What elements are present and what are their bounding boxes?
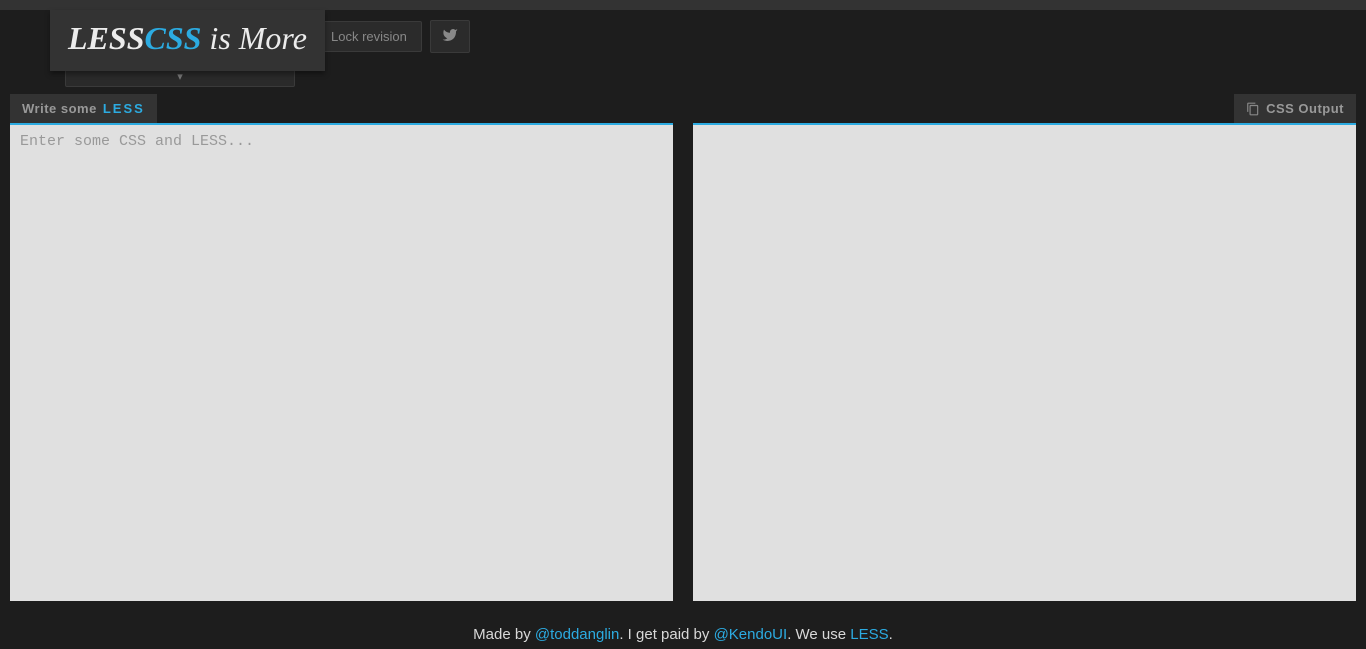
logo-part-ismore: is More [201,20,306,56]
twitter-icon [441,27,459,46]
output-panel: CSS Output [693,94,1356,601]
header: LESSCSS is More Lock revision ▾ [0,10,1366,75]
output-header-label: CSS Output [1266,101,1344,116]
footer-made-by-link[interactable]: @toddanglin [535,626,619,643]
input-header-prefix: Write some [22,101,97,116]
logo-box[interactable]: LESSCSS is More [50,10,325,71]
input-panel-body [10,123,673,601]
logo-part-less: LESS [68,20,144,56]
footer-paid-link[interactable]: @KendoUI [714,626,788,643]
header-controls: Lock revision [300,20,470,53]
top-strip [0,0,1366,10]
output-panel-body [693,123,1356,601]
output-panel-header: CSS Output [1234,94,1356,123]
logo-text: LESSCSS is More [68,20,307,56]
dropdown-indicator: ▾ [177,70,183,83]
less-input[interactable] [20,133,663,593]
panels-container: Write some LESS CSS Output [0,94,1366,601]
footer-end: . [889,626,893,643]
footer-made-by-text: Made by [473,626,535,643]
footer-use-link[interactable]: LESS [850,626,888,643]
copy-icon[interactable] [1246,102,1260,116]
input-panel-header: Write some LESS [10,94,157,123]
footer-paid-text: . I get paid by [619,626,713,643]
logo-part-css: CSS [144,20,201,56]
footer: Made by @toddanglin. I get paid by @Kend… [0,626,1366,643]
input-header-less: LESS [103,101,145,116]
footer-use-text: . We use [787,626,850,643]
lock-revision-label: Lock revision [331,29,407,44]
twitter-button[interactable] [430,20,470,53]
input-panel: Write some LESS [10,94,673,601]
